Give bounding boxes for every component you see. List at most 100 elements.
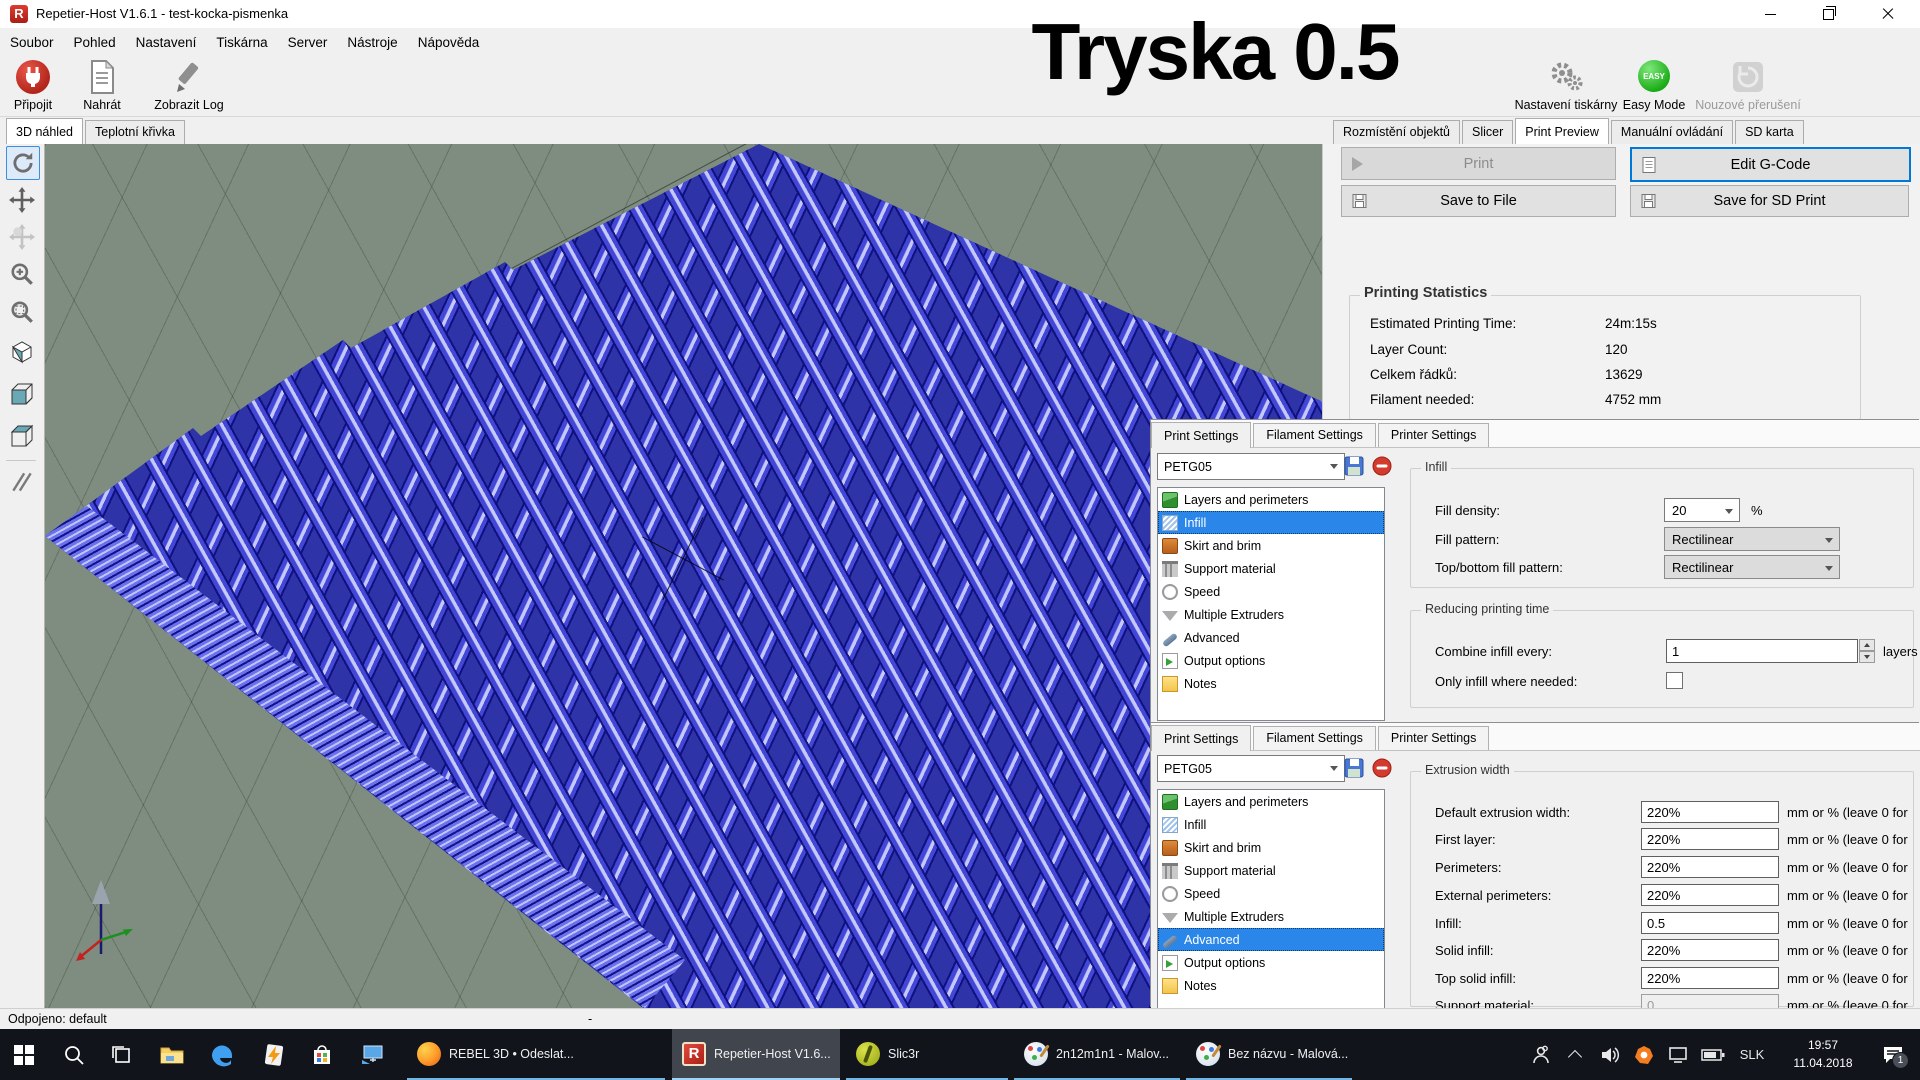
top-solid-infill-input[interactable]: [1641, 967, 1779, 989]
profile-select[interactable]: PETG05: [1157, 453, 1345, 480]
tab-print-settings[interactable]: Print Settings: [1151, 725, 1251, 751]
list-item-infill[interactable]: Infill: [1158, 813, 1384, 836]
connect-button[interactable]: Připojit: [4, 58, 62, 114]
list-item-notes[interactable]: Notes: [1158, 974, 1384, 997]
tray-expand-button[interactable]: [1560, 1029, 1590, 1080]
taskbar-app-firefox[interactable]: REBEL 3D • Odeslat...: [407, 1029, 665, 1080]
infill-width-input[interactable]: [1641, 912, 1779, 934]
task-view-button[interactable]: [98, 1029, 146, 1080]
tab-filament-settings[interactable]: Filament Settings: [1253, 423, 1376, 447]
volume-button[interactable]: [1594, 1029, 1626, 1080]
taskbar-app-paint-2[interactable]: Bez názvu - Malová...: [1186, 1029, 1352, 1080]
fill-pattern-combo[interactable]: Rectilinear: [1664, 527, 1840, 551]
zoom-in-button[interactable]: [6, 258, 38, 290]
top-bottom-pattern-combo[interactable]: Rectilinear: [1664, 555, 1840, 579]
list-item-output[interactable]: Output options: [1158, 649, 1384, 672]
menu-soubor[interactable]: Soubor: [0, 28, 64, 56]
first-layer-input[interactable]: [1641, 828, 1779, 850]
delete-profile-button[interactable]: [1369, 453, 1395, 478]
winamp-button[interactable]: [250, 1029, 298, 1080]
list-item-advanced[interactable]: Advanced: [1158, 626, 1384, 649]
store-button[interactable]: [298, 1029, 346, 1080]
menu-nastroje[interactable]: Nástroje: [337, 28, 407, 56]
top-view-button[interactable]: [6, 420, 38, 452]
tab-print-settings[interactable]: Print Settings: [1151, 422, 1251, 448]
save-profile-button[interactable]: [1341, 755, 1367, 780]
action-center-button[interactable]: 1: [1872, 1029, 1914, 1080]
list-item-notes[interactable]: Notes: [1158, 672, 1384, 695]
tab-3d-view[interactable]: 3D náhled: [6, 118, 83, 144]
default-extrusion-input[interactable]: [1641, 801, 1779, 823]
zoom-fit-button[interactable]: [6, 296, 38, 328]
menu-nastaveni[interactable]: Nastavení: [126, 28, 207, 56]
file-explorer-button[interactable]: [148, 1029, 196, 1080]
list-item-layers[interactable]: Layers and perimeters: [1158, 790, 1384, 813]
solid-infill-input[interactable]: [1641, 939, 1779, 961]
save-profile-button[interactable]: [1341, 453, 1367, 478]
only-infill-checkbox[interactable]: [1666, 672, 1683, 689]
tab-manual-control[interactable]: Manuální ovládání: [1611, 120, 1733, 144]
combine-infill-spinner[interactable]: [1859, 639, 1875, 663]
menu-pohled[interactable]: Pohled: [64, 28, 126, 56]
3d-viewport[interactable]: [44, 144, 1323, 1008]
fill-density-combo[interactable]: 20: [1664, 498, 1740, 522]
printer-settings-button[interactable]: Nastavení tiskárny: [1505, 58, 1627, 114]
clock[interactable]: 19:57 11.04.2018: [1778, 1029, 1868, 1080]
list-item-infill[interactable]: Infill: [1158, 511, 1384, 534]
search-button[interactable]: [50, 1029, 98, 1080]
restore-button[interactable]: [1805, 0, 1851, 28]
avast-tray-button[interactable]: [1628, 1029, 1660, 1080]
edit-gcode-button[interactable]: Edit G-Code: [1630, 147, 1911, 182]
list-item-support[interactable]: Support material: [1158, 859, 1384, 882]
network-button[interactable]: [1662, 1029, 1694, 1080]
menu-server[interactable]: Server: [278, 28, 338, 56]
minimize-button[interactable]: [1747, 0, 1793, 28]
menu-tiskarna[interactable]: Tiskárna: [206, 28, 277, 56]
tab-print-preview[interactable]: Print Preview: [1515, 118, 1609, 144]
list-item-skirt[interactable]: Skirt and brim: [1158, 836, 1384, 859]
profile-select[interactable]: PETG05: [1157, 755, 1345, 782]
list-item-advanced[interactable]: Advanced: [1158, 928, 1384, 951]
perimeters-input[interactable]: [1641, 856, 1779, 878]
tab-object-placement[interactable]: Rozmístění objektů: [1333, 120, 1460, 144]
load-label: Nahrát: [76, 98, 128, 112]
save-to-file-button[interactable]: Save to File: [1341, 185, 1616, 217]
list-item-skirt[interactable]: Skirt and brim: [1158, 534, 1384, 557]
external-perimeters-input[interactable]: [1641, 884, 1779, 906]
list-item-layers[interactable]: Layers and perimeters: [1158, 488, 1384, 511]
tab-sd-card[interactable]: SD karta: [1735, 120, 1804, 144]
front-view-button[interactable]: [6, 378, 38, 410]
tab-slicer[interactable]: Slicer: [1462, 120, 1513, 144]
easy-mode-button[interactable]: EASY Easy Mode: [1622, 58, 1686, 114]
move-view-button[interactable]: [6, 184, 38, 216]
taskbar-app-paint-1[interactable]: 2n12m1n1 - Malov...: [1014, 1029, 1180, 1080]
delete-profile-button[interactable]: [1369, 755, 1395, 780]
save-for-sd-button[interactable]: Save for SD Print: [1630, 185, 1909, 217]
remote-desktop-button[interactable]: [348, 1029, 396, 1080]
list-item-extruders[interactable]: Multiple Extruders: [1158, 905, 1384, 928]
list-item-extruders[interactable]: Multiple Extruders: [1158, 603, 1384, 626]
people-button[interactable]: [1522, 1029, 1556, 1080]
close-button[interactable]: [1865, 0, 1911, 28]
list-item-speed[interactable]: Speed: [1158, 882, 1384, 905]
isometric-view-button[interactable]: [6, 336, 38, 368]
taskbar-app-repetier[interactable]: R Repetier-Host V1.6...: [672, 1029, 840, 1080]
show-log-button[interactable]: Zobrazit Log: [146, 58, 232, 114]
combine-infill-input[interactable]: [1666, 639, 1858, 663]
list-item-output[interactable]: Output options: [1158, 951, 1384, 974]
tab-printer-settings[interactable]: Printer Settings: [1378, 423, 1489, 447]
battery-button[interactable]: [1696, 1029, 1730, 1080]
edge-button[interactable]: [198, 1029, 246, 1080]
language-indicator[interactable]: SLK: [1732, 1029, 1772, 1080]
parallel-projection-button[interactable]: [6, 466, 38, 498]
menu-napoveda[interactable]: Nápověda: [408, 28, 490, 56]
load-button[interactable]: Nahrát: [76, 58, 128, 114]
start-button[interactable]: [0, 1029, 48, 1080]
tab-filament-settings[interactable]: Filament Settings: [1253, 726, 1376, 750]
list-item-support[interactable]: Support material: [1158, 557, 1384, 580]
tab-printer-settings[interactable]: Printer Settings: [1378, 726, 1489, 750]
list-item-speed[interactable]: Speed: [1158, 580, 1384, 603]
rotate-view-button[interactable]: [6, 146, 40, 180]
taskbar-app-slic3r[interactable]: Slic3r: [846, 1029, 1008, 1080]
tab-temperature-curve[interactable]: Teplotní křivka: [85, 120, 185, 144]
